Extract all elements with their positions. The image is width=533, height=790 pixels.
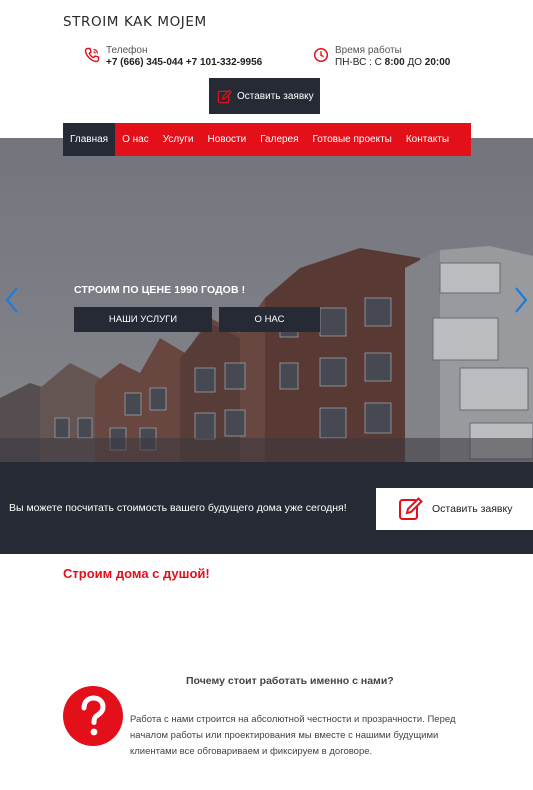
hours-to-word: ДО (407, 57, 422, 68)
nav-item-about[interactable]: О нас (115, 123, 156, 156)
section-subheading: Строим дома с душой! (63, 566, 210, 581)
why-us-text: Работа с нами строится на абсолютной чес… (130, 714, 456, 757)
hours-label: Время работы (335, 45, 402, 56)
hero-overlay (0, 138, 533, 462)
hero-about-button[interactable]: О НАС (219, 307, 320, 332)
nav-item-projects[interactable]: Готовые проекты (306, 123, 399, 156)
cta-order-button-label: Оставить заявку (432, 503, 513, 515)
hours-to: 20:00 (424, 57, 451, 68)
phone-icon (84, 47, 100, 63)
hours-block: Время работы ПН-ВС : С 8:00 ДО 20:00 (313, 45, 450, 69)
hero-slider: СТРОИМ ПО ЦЕНЕ 1990 ГОДОВ ! НАШИ УСЛУГИ … (0, 138, 533, 462)
edit-icon (217, 89, 232, 103)
chevron-left-icon[interactable] (4, 286, 20, 314)
nav-item-contacts[interactable]: Контакты (399, 123, 456, 156)
edit-icon (399, 497, 423, 520)
chevron-right-icon[interactable] (513, 286, 529, 314)
why-us-title: Почему стоит работать именно с нами? (186, 675, 394, 687)
order-button[interactable]: Оставить заявку (209, 78, 320, 114)
nav-item-gallery[interactable]: Галерея (253, 123, 305, 156)
nav-item-news[interactable]: Новости (200, 123, 253, 156)
hero-services-button[interactable]: НАШИ УСЛУГИ (74, 307, 212, 332)
phone-label: Телефон (106, 45, 148, 56)
clock-icon (313, 47, 329, 63)
question-icon (63, 686, 123, 746)
phone-numbers[interactable]: +7 (666) 345-044 +7 101-332-9956 (106, 57, 262, 68)
hero-title: СТРОИМ ПО ЦЕНЕ 1990 ГОДОВ ! (74, 284, 246, 296)
phone-block: Телефон +7 (666) 345-044 +7 101-332-9956 (84, 45, 262, 69)
hours-days: ПН-ВС : С (335, 57, 382, 68)
cta-order-button[interactable]: Оставить заявку (376, 488, 533, 530)
cta-text: Вы можете посчитать стоимость вашего буд… (9, 502, 347, 514)
cta-banner: Вы можете посчитать стоимость вашего буд… (0, 462, 533, 554)
nav-item-services[interactable]: Услуги (156, 123, 201, 156)
hours-from: 8:00 (384, 57, 405, 68)
site-logo[interactable]: STROIM KAK MOJEM (63, 14, 207, 30)
order-button-label: Оставить заявку (237, 90, 314, 102)
nav-item-home[interactable]: Главная (63, 123, 116, 156)
main-nav: Главная О нас Услуги Новости Галерея Гот… (63, 123, 471, 156)
